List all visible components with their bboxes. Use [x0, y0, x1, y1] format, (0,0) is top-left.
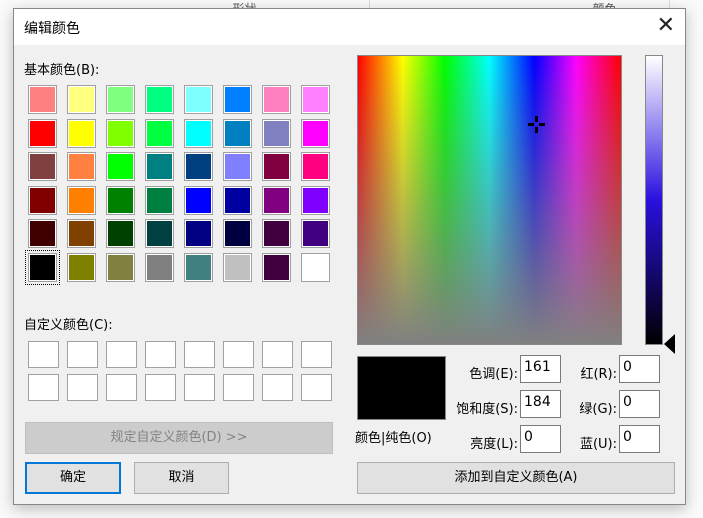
basic-colors-label: 基本颜色(B):	[24, 63, 100, 78]
basic-color-swatch[interactable]	[28, 185, 57, 215]
basic-color-swatch[interactable]	[223, 185, 252, 215]
basic-color-swatch[interactable]	[145, 185, 174, 215]
basic-color-swatch[interactable]	[106, 85, 135, 114]
basic-color-swatch[interactable]	[262, 152, 291, 182]
basic-color-swatch[interactable]	[301, 219, 330, 249]
title-bar: 编辑颜色 ✕	[14, 9, 685, 45]
basic-color-swatch[interactable]	[262, 185, 291, 215]
color-preview	[357, 356, 446, 420]
custom-color-swatch[interactable]	[223, 341, 254, 368]
basic-color-swatch[interactable]	[145, 219, 174, 249]
custom-color-swatch[interactable]	[262, 374, 293, 401]
define-custom-colors-button[interactable]: 规定自定义颜色(D) >>	[25, 422, 333, 454]
ok-button[interactable]: 确定	[25, 462, 121, 494]
luminance-label: 亮度(L):	[470, 437, 518, 452]
custom-color-swatch[interactable]	[184, 374, 215, 401]
basic-color-swatch[interactable]	[184, 219, 213, 249]
basic-color-swatch[interactable]	[223, 85, 252, 114]
custom-color-swatch[interactable]	[28, 341, 59, 368]
basic-color-swatch[interactable]	[184, 85, 213, 114]
green-input[interactable]: 0	[619, 390, 660, 418]
hue-input[interactable]: 161	[520, 355, 561, 383]
saturation-label: 饱和度(S):	[456, 402, 518, 417]
luminance-slider[interactable]	[645, 55, 663, 345]
basic-color-swatch[interactable]	[262, 253, 291, 282]
custom-color-swatch[interactable]	[67, 341, 98, 368]
dialog-title: 编辑颜色	[24, 21, 80, 37]
cancel-button[interactable]: 取消	[134, 462, 229, 494]
basic-color-swatch[interactable]	[184, 152, 213, 182]
luminance-input[interactable]: 0	[520, 425, 561, 453]
basic-color-swatch[interactable]	[301, 85, 330, 114]
custom-color-swatch[interactable]	[262, 341, 293, 368]
basic-color-swatch[interactable]	[67, 152, 96, 182]
basic-color-swatch[interactable]	[184, 118, 213, 148]
crosshair-icon[interactable]	[528, 116, 545, 133]
basic-color-swatch[interactable]	[67, 118, 96, 148]
basic-color-swatch[interactable]	[301, 118, 330, 148]
basic-color-swatch[interactable]	[106, 185, 135, 215]
basic-color-swatch[interactable]	[28, 118, 57, 148]
basic-color-swatch[interactable]	[145, 152, 174, 182]
basic-color-swatch[interactable]	[262, 118, 291, 148]
basic-color-swatch[interactable]	[67, 219, 96, 249]
basic-color-swatch[interactable]	[106, 118, 135, 148]
saturation-input[interactable]: 184	[520, 390, 561, 418]
luminance-arrow-icon[interactable]	[664, 334, 675, 354]
custom-color-swatch[interactable]	[301, 374, 332, 401]
custom-color-swatch[interactable]	[28, 374, 59, 401]
red-input[interactable]: 0	[619, 355, 660, 383]
basic-color-swatch[interactable]	[67, 253, 96, 282]
basic-color-swatch[interactable]	[67, 185, 96, 215]
custom-color-swatch[interactable]	[145, 341, 176, 368]
custom-colors-label: 自定义颜色(C):	[24, 318, 113, 333]
basic-color-swatch[interactable]	[301, 253, 330, 282]
basic-color-swatch[interactable]	[106, 219, 135, 249]
basic-color-swatch[interactable]	[223, 253, 252, 282]
basic-color-swatch[interactable]	[106, 152, 135, 182]
custom-color-swatch[interactable]	[67, 374, 98, 401]
basic-color-swatch[interactable]	[145, 85, 174, 114]
custom-color-swatch[interactable]	[223, 374, 254, 401]
custom-color-swatch[interactable]	[106, 374, 137, 401]
hue-label: 色调(E):	[469, 367, 518, 382]
custom-color-swatch[interactable]	[301, 341, 332, 368]
basic-color-swatch[interactable]	[145, 253, 174, 282]
basic-color-swatch[interactable]	[223, 152, 252, 182]
basic-color-swatch[interactable]	[184, 185, 213, 215]
green-label: 绿(G):	[579, 402, 617, 417]
basic-color-swatch[interactable]	[28, 152, 57, 182]
basic-color-swatch[interactable]	[301, 185, 330, 215]
custom-color-swatch[interactable]	[145, 374, 176, 401]
basic-color-swatch[interactable]	[301, 152, 330, 182]
blue-input[interactable]: 0	[619, 425, 660, 453]
custom-color-swatch[interactable]	[184, 341, 215, 368]
add-to-custom-colors-button[interactable]: 添加到自定义颜色(A)	[357, 462, 675, 494]
basic-color-swatch[interactable]	[106, 253, 135, 282]
basic-color-swatch[interactable]	[184, 253, 213, 282]
basic-color-swatch[interactable]	[223, 118, 252, 148]
basic-color-swatch[interactable]	[262, 85, 291, 114]
red-label: 红(R):	[580, 367, 617, 382]
basic-color-swatch[interactable]	[28, 219, 57, 249]
basic-color-swatch[interactable]	[145, 118, 174, 148]
basic-color-swatch[interactable]	[223, 219, 252, 249]
basic-color-swatch[interactable]	[28, 85, 57, 114]
edit-color-dialog: 编辑颜色 ✕ 基本颜色(B): 自定义颜色(C): 规定自定义颜色(D) >> …	[13, 8, 686, 505]
basic-color-swatch[interactable]	[262, 219, 291, 249]
close-icon[interactable]: ✕	[657, 14, 675, 38]
custom-color-swatch[interactable]	[106, 341, 137, 368]
color-spectrum[interactable]	[357, 55, 622, 345]
blue-label: 蓝(U):	[579, 437, 617, 452]
basic-color-swatch[interactable]	[25, 250, 60, 285]
color-solid-label[interactable]: 颜色|纯色(O)	[355, 427, 432, 446]
basic-color-swatch[interactable]	[67, 85, 96, 114]
